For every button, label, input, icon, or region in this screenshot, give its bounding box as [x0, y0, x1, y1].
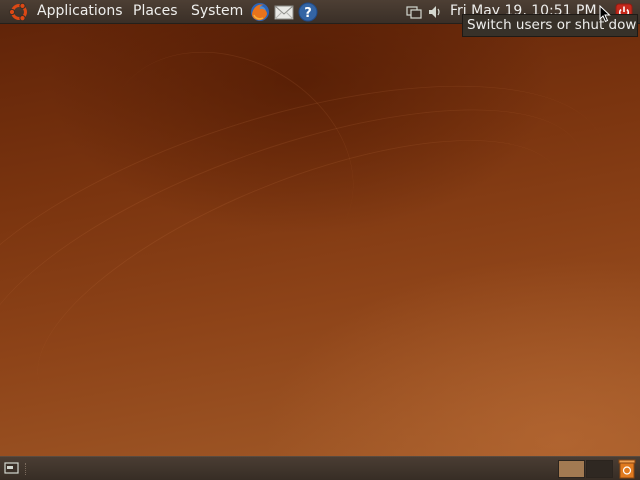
- menu-applications[interactable]: Applications: [37, 3, 123, 20]
- wallpaper-swirl: [2, 82, 598, 479]
- trash-icon[interactable]: [618, 459, 636, 479]
- bottom-panel: [0, 456, 640, 480]
- wallpaper-swirl: [0, 18, 640, 480]
- show-desktop-icon[interactable]: [4, 462, 20, 476]
- workspace-1[interactable]: [558, 460, 585, 478]
- wallpaper-swirl: [0, 47, 619, 474]
- menu-places[interactable]: Places: [133, 3, 178, 20]
- tooltip: Switch users or shut down: [462, 14, 638, 37]
- workspace-2[interactable]: [586, 460, 613, 478]
- volume-icon[interactable]: [427, 4, 443, 20]
- menu-system[interactable]: System: [191, 3, 243, 20]
- panel-handle[interactable]: [25, 463, 29, 475]
- mail-icon[interactable]: [273, 2, 295, 22]
- ubuntu-logo-icon[interactable]: [8, 1, 30, 23]
- network-icon[interactable]: [406, 5, 422, 19]
- firefox-icon[interactable]: [249, 1, 271, 23]
- wallpaper-swirl: [67, 8, 393, 313]
- mouse-cursor-icon: [599, 5, 611, 23]
- help-icon[interactable]: ?: [297, 1, 319, 23]
- svg-text:?: ?: [304, 6, 312, 21]
- desktop: Applications Places System ? Fri May 19,…: [0, 0, 640, 480]
